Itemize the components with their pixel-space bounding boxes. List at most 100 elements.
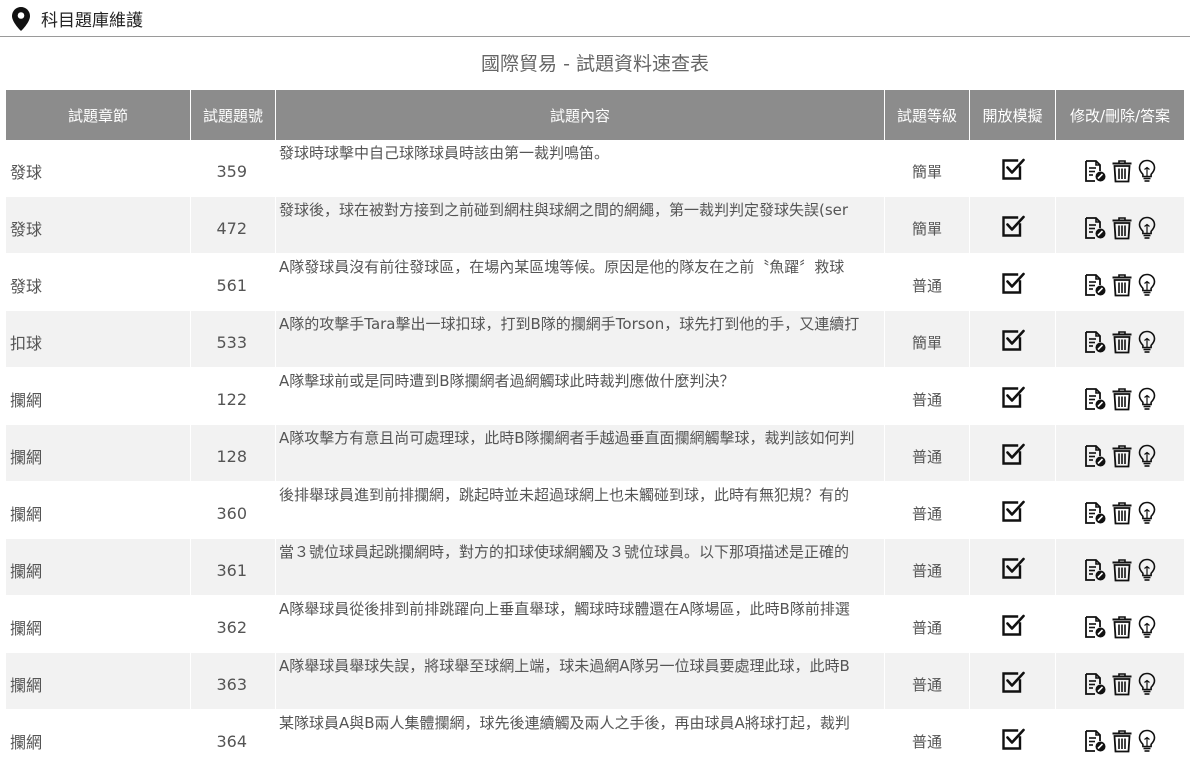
trash-icon[interactable]	[1111, 387, 1133, 411]
trash-icon[interactable]	[1111, 330, 1133, 354]
map-pin-icon	[12, 7, 30, 31]
question-table: 試題章節 試題題號 試題內容 試題等級 開放模擬 修改/刪除/答案 發球 359 發…	[6, 90, 1184, 767]
cell-chapter: 攔網	[6, 710, 191, 767]
checkbox-checked-icon[interactable]	[1000, 156, 1026, 182]
cell-actions	[1056, 710, 1184, 767]
cell-open-simulation	[970, 653, 1056, 710]
lightbulb-answer-icon[interactable]	[1137, 216, 1157, 240]
cell-level: 簡單	[885, 140, 970, 197]
trash-icon[interactable]	[1111, 273, 1133, 297]
checkbox-checked-icon[interactable]	[1000, 612, 1026, 638]
lightbulb-answer-icon[interactable]	[1137, 615, 1157, 639]
lightbulb-answer-icon[interactable]	[1137, 273, 1157, 297]
cell-level: 簡單	[885, 197, 970, 254]
cell-content: A隊舉球員舉球失誤，將球舉至球網上端，球未過網A隊另一位球員要處理此球，此時B	[276, 653, 885, 710]
table-row: 發球 359 發球時球擊中自己球隊球員時該由第一裁判鳴笛。 簡單	[6, 140, 1184, 197]
edit-document-icon[interactable]	[1083, 330, 1107, 354]
checkbox-checked-icon[interactable]	[1000, 441, 1026, 467]
top-bar: 科目題庫維護	[0, 0, 1190, 37]
checkbox-checked-icon[interactable]	[1000, 384, 1026, 410]
cell-actions	[1056, 140, 1184, 197]
trash-icon[interactable]	[1111, 159, 1133, 183]
lightbulb-answer-icon[interactable]	[1137, 501, 1157, 525]
table-row: 攔網 360 後排舉球員進到前排攔網，跳起時並未超過球網上也未觸碰到球，此時有無犯規…	[6, 482, 1184, 539]
col-header-content: 試題內容	[276, 90, 885, 140]
trash-icon[interactable]	[1111, 558, 1133, 582]
edit-document-icon[interactable]	[1083, 501, 1107, 525]
cell-level: 普通	[885, 653, 970, 710]
cell-level: 普通	[885, 539, 970, 596]
checkbox-checked-icon[interactable]	[1000, 327, 1026, 353]
cell-actions	[1056, 653, 1184, 710]
table-row: 攔網 361 當３號位球員起跳攔網時，對方的扣球使球網觸及３號位球員。以下那項描述是…	[6, 539, 1184, 596]
trash-icon[interactable]	[1111, 216, 1133, 240]
cell-open-simulation	[970, 596, 1056, 653]
cell-chapter: 發球	[6, 140, 191, 197]
cell-content: 某隊球員A與B兩人集體攔網，球先後連續觸及兩人之手後，再由球員A將球打起，裁判	[276, 710, 885, 767]
cell-number: 472	[191, 197, 276, 254]
cell-level: 普通	[885, 425, 970, 482]
table-row: 攔網 128 A隊攻擊方有意且尚可處理球，此時B隊攔網者手越過垂直面攔網觸擊球，裁判…	[6, 425, 1184, 482]
cell-actions	[1056, 539, 1184, 596]
trash-icon[interactable]	[1111, 501, 1133, 525]
edit-document-icon[interactable]	[1083, 273, 1107, 297]
lightbulb-answer-icon[interactable]	[1137, 159, 1157, 183]
edit-document-icon[interactable]	[1083, 615, 1107, 639]
checkbox-checked-icon[interactable]	[1000, 270, 1026, 296]
cell-chapter: 攔網	[6, 653, 191, 710]
cell-content: 發球時球擊中自己球隊球員時該由第一裁判鳴笛。	[276, 140, 885, 197]
cell-level: 普通	[885, 596, 970, 653]
table-row: 攔網 122 A隊擊球前或是同時遭到B隊攔網者過網觸球此時裁判應做什麼判決？ 普通	[6, 368, 1184, 425]
cell-level: 簡單	[885, 311, 970, 368]
cell-number: 363	[191, 653, 276, 710]
cell-chapter: 攔網	[6, 368, 191, 425]
trash-icon[interactable]	[1111, 672, 1133, 696]
edit-document-icon[interactable]	[1083, 159, 1107, 183]
checkbox-checked-icon[interactable]	[1000, 555, 1026, 581]
col-header-chapter: 試題章節	[6, 90, 191, 140]
cell-content: 後排舉球員進到前排攔網，跳起時並未超過球網上也未觸碰到球，此時有無犯規？有的	[276, 482, 885, 539]
trash-icon[interactable]	[1111, 729, 1133, 753]
col-header-actions: 修改/刪除/答案	[1056, 90, 1184, 140]
cell-actions	[1056, 311, 1184, 368]
checkbox-checked-icon[interactable]	[1000, 669, 1026, 695]
lightbulb-answer-icon[interactable]	[1137, 330, 1157, 354]
col-header-level: 試題等級	[885, 90, 970, 140]
cell-content: A隊舉球員從後排到前排跳躍向上垂直舉球，觸球時球體還在A隊場區，此時B隊前排選	[276, 596, 885, 653]
cell-number: 360	[191, 482, 276, 539]
cell-chapter: 發球	[6, 197, 191, 254]
cell-open-simulation	[970, 311, 1056, 368]
cell-content: A隊攻擊方有意且尚可處理球，此時B隊攔網者手越過垂直面攔網觸擊球，裁判該如何判	[276, 425, 885, 482]
trash-icon[interactable]	[1111, 615, 1133, 639]
checkbox-checked-icon[interactable]	[1000, 726, 1026, 752]
cell-open-simulation	[970, 197, 1056, 254]
lightbulb-answer-icon[interactable]	[1137, 387, 1157, 411]
edit-document-icon[interactable]	[1083, 216, 1107, 240]
lightbulb-answer-icon[interactable]	[1137, 558, 1157, 582]
cell-content: 當３號位球員起跳攔網時，對方的扣球使球網觸及３號位球員。以下那項描述是正確的	[276, 539, 885, 596]
edit-document-icon[interactable]	[1083, 729, 1107, 753]
edit-document-icon[interactable]	[1083, 444, 1107, 468]
cell-level: 普通	[885, 254, 970, 311]
checkbox-checked-icon[interactable]	[1000, 498, 1026, 524]
cell-actions	[1056, 368, 1184, 425]
checkbox-checked-icon[interactable]	[1000, 213, 1026, 239]
edit-document-icon[interactable]	[1083, 672, 1107, 696]
lightbulb-answer-icon[interactable]	[1137, 672, 1157, 696]
edit-document-icon[interactable]	[1083, 558, 1107, 582]
lightbulb-answer-icon[interactable]	[1137, 729, 1157, 753]
table-row: 發球 472 發球後，球在被對方接到之前碰到網柱與球網之間的網繩，第一裁判判定發球失…	[6, 197, 1184, 254]
cell-content: A隊發球員沒有前往發球區，在場內某區塊等候。原因是他的隊友在之前〝魚躍〞救球	[276, 254, 885, 311]
cell-level: 普通	[885, 368, 970, 425]
edit-document-icon[interactable]	[1083, 387, 1107, 411]
cell-level: 普通	[885, 482, 970, 539]
table-header-row: 試題章節 試題題號 試題內容 試題等級 開放模擬 修改/刪除/答案	[6, 90, 1184, 140]
lightbulb-answer-icon[interactable]	[1137, 444, 1157, 468]
cell-actions	[1056, 254, 1184, 311]
col-header-number: 試題題號	[191, 90, 276, 140]
table-title: 國際貿易 - 試題資料速查表	[481, 53, 709, 75]
cell-actions	[1056, 425, 1184, 482]
cell-number: 128	[191, 425, 276, 482]
cell-chapter: 扣球	[6, 311, 191, 368]
trash-icon[interactable]	[1111, 444, 1133, 468]
